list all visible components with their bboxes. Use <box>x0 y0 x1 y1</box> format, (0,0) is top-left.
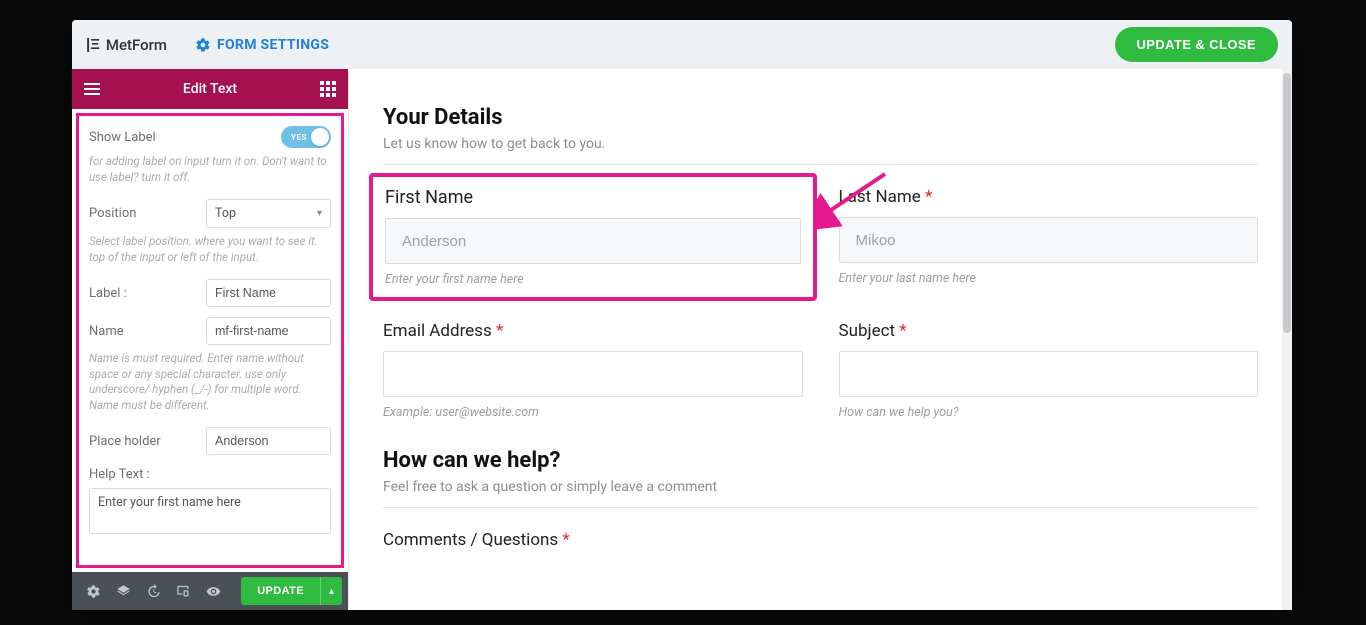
first-name-input[interactable] <box>385 218 801 264</box>
control-label-text: Label : <box>89 279 331 307</box>
control-helptext: Help Text : <box>89 467 331 534</box>
control-name: Name <box>89 317 331 345</box>
eye-icon <box>206 584 221 599</box>
email-label-text: Email Address <box>383 321 492 341</box>
helptext-field-label: Help Text : <box>89 467 331 482</box>
gear-icon <box>195 37 211 53</box>
last-name-help: Enter your last name here <box>839 271 1259 286</box>
comments-label-text: Comments / Questions <box>383 530 558 550</box>
metform-modal: |Ξ MetForm FORM SETTINGS UPDATE & CLOSE … <box>72 20 1292 610</box>
required-asterisk: * <box>562 530 569 550</box>
annotation-arrow-icon <box>813 167 893 241</box>
responsive-button[interactable] <box>168 576 198 606</box>
toggle-knob-icon <box>311 128 329 146</box>
sidebar-bottom-toolbar: UPDATE ▴ <box>72 572 348 610</box>
modal-body: Edit Text Show Label YES for adding labe… <box>72 69 1292 610</box>
field-subject[interactable]: Subject * How can we help you? <box>839 321 1259 420</box>
settings-sidebar: Edit Text Show Label YES for adding labe… <box>72 69 349 610</box>
required-asterisk: * <box>925 187 932 207</box>
section1-subtitle: Let us know how to get back to you. <box>383 136 1258 152</box>
update-options-button[interactable]: ▴ <box>320 577 342 605</box>
preview-button[interactable] <box>198 576 228 606</box>
devices-icon <box>176 584 191 599</box>
last-name-input[interactable] <box>839 217 1259 263</box>
sidebar-title: Edit Text <box>100 81 320 97</box>
required-asterisk: * <box>899 321 906 341</box>
preview-scrollbar[interactable] <box>1282 69 1292 610</box>
layers-icon <box>116 584 131 599</box>
show-label-label: Show Label <box>89 130 189 145</box>
settings-button[interactable] <box>78 576 108 606</box>
navigator-button[interactable] <box>108 576 138 606</box>
menu-icon[interactable] <box>84 83 100 95</box>
field-email[interactable]: Email Address * Example: user@website.co… <box>383 321 803 420</box>
section2-title: How can we help? <box>383 448 1258 473</box>
widgets-grid-icon[interactable] <box>320 81 336 97</box>
gear-icon <box>86 584 101 599</box>
name-input[interactable] <box>206 317 331 345</box>
comments-label: Comments / Questions * <box>383 530 1258 550</box>
history-button[interactable] <box>138 576 168 606</box>
brand-label: MetForm <box>106 36 167 54</box>
name-desc: Name is must required. Enter name withou… <box>89 351 331 413</box>
first-name-help: Enter your first name here <box>385 272 801 287</box>
label-input[interactable] <box>206 279 331 307</box>
placeholder-input[interactable] <box>206 427 331 455</box>
subject-label-text: Subject <box>839 321 896 341</box>
update-button-group: UPDATE ▴ <box>241 577 342 605</box>
sidebar-title-bar: Edit Text <box>72 69 348 109</box>
form-settings-label: FORM SETTINGS <box>217 37 329 53</box>
chevron-up-icon: ▴ <box>329 586 334 597</box>
sidebar-controls-panel: Show Label YES for adding label on input… <box>76 113 344 568</box>
email-label: Email Address * <box>383 321 803 341</box>
last-name-label: Last Name * <box>839 187 1259 207</box>
position-select[interactable]: Top ▾ <box>206 199 331 228</box>
update-and-close-button[interactable]: UPDATE & CLOSE <box>1115 27 1278 62</box>
toggle-state-text: YES <box>291 133 307 142</box>
field-last-name[interactable]: Last Name * Enter your last name here <box>839 187 1259 287</box>
subject-label: Subject * <box>839 321 1259 341</box>
subject-help: How can we help you? <box>839 405 1259 420</box>
update-button[interactable]: UPDATE <box>241 577 320 605</box>
helptext-textarea[interactable] <box>89 488 331 534</box>
subject-input[interactable] <box>839 351 1259 397</box>
control-position: Position Top ▾ <box>89 199 331 228</box>
name-field-label: Name <box>89 324 189 339</box>
show-label-desc: for adding label on input turn it on. Do… <box>89 154 331 185</box>
field-first-name[interactable]: First Name Enter your first name here <box>383 187 803 287</box>
form-preview-canvas: Your Details Let us know how to get back… <box>349 69 1292 610</box>
email-help: Example: user@website.com <box>383 405 803 420</box>
history-icon <box>146 584 161 599</box>
position-desc: Select label position. where you want to… <box>89 234 331 265</box>
label-field-label: Label : <box>89 286 189 301</box>
chevron-down-icon: ▾ <box>317 208 322 219</box>
first-name-selected-highlight: First Name Enter your first name here <box>369 173 817 301</box>
section1-title: Your Details <box>383 105 1258 130</box>
brand: |Ξ MetForm <box>86 36 167 54</box>
modal-header: |Ξ MetForm FORM SETTINGS UPDATE & CLOSE <box>72 20 1292 69</box>
first-name-label: First Name <box>385 187 801 208</box>
section-divider <box>383 164 1258 165</box>
position-value: Top <box>215 206 236 221</box>
control-show-label: Show Label YES <box>89 126 331 148</box>
email-input[interactable] <box>383 351 803 397</box>
control-placeholder: Place holder <box>89 427 331 455</box>
section2-subtitle: Feel free to ask a question or simply le… <box>383 479 1258 495</box>
scrollbar-thumb[interactable] <box>1283 73 1291 333</box>
form-grid: First Name Enter your first name here La… <box>383 187 1258 420</box>
show-label-toggle[interactable]: YES <box>281 126 331 148</box>
required-asterisk: * <box>496 321 503 341</box>
tab-form-settings[interactable]: FORM SETTINGS <box>195 37 329 53</box>
position-label: Position <box>89 206 189 221</box>
placeholder-field-label: Place holder <box>89 434 189 449</box>
elementor-logo-icon: |Ξ <box>86 36 100 53</box>
section-divider <box>383 507 1258 508</box>
